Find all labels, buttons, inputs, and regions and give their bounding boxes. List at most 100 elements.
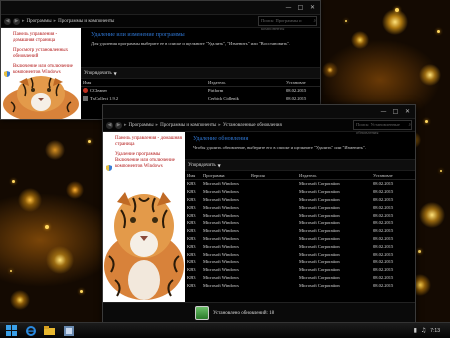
control-panel-icon[interactable]: [60, 324, 77, 337]
table-row[interactable]: KB3 Microsoft Windows Microsoft Corporatio…: [185, 250, 415, 258]
search-input[interactable]: Поиск: Установленные обновления ⌕: [353, 120, 412, 135]
table-row[interactable]: KB3 Microsoft Windows Microsoft Corporatio…: [185, 242, 415, 250]
update-date: 08.02.2015: [373, 196, 394, 202]
forward-arrow-icon[interactable]: ▶: [115, 121, 122, 129]
update-publisher: Microsoft Corporation: [299, 228, 340, 234]
status-bar: Установлено обновлений: 18: [103, 302, 415, 323]
program-publisher: Cerbick Cidlenik: [208, 96, 239, 102]
update-publisher: Microsoft Corporation: [299, 259, 340, 265]
table-header: Имя Программа Версия Издатель Установле: [185, 171, 415, 180]
programs-window[interactable]: — □ ✕ ◀ ▶ ▸ Программы ▸ Программы и комп…: [0, 0, 321, 120]
breadcrumb-programs[interactable]: Программы: [27, 19, 52, 24]
chevron-right-icon: ▸: [22, 18, 25, 24]
close-button[interactable]: ✕: [403, 108, 412, 116]
table-row[interactable]: KB3 Microsoft Windows Microsoft Corporatio…: [185, 266, 415, 274]
maximize-button[interactable]: □: [296, 4, 305, 12]
update-program: Microsoft Windows: [203, 243, 239, 249]
update-date: 08.02.2015: [373, 274, 394, 280]
page-description: Чтобы удалить обновление, выберите его в…: [193, 145, 366, 150]
program-name: TxCollect 1.9.2: [90, 96, 119, 102]
clock[interactable]: 7:13: [430, 328, 440, 334]
table-row[interactable]: KB3 Microsoft Windows Microsoft Corporatio…: [185, 219, 415, 227]
back-arrow-icon[interactable]: ◀: [4, 17, 11, 25]
sidebar: Панель управления - домашняя страница Пр…: [1, 28, 81, 119]
table-row[interactable]: KB3 Microsoft Windows Microsoft Corporatio…: [185, 227, 415, 235]
column-header-publisher[interactable]: Издатель: [299, 173, 373, 178]
network-icon[interactable]: ▮: [414, 327, 417, 334]
organize-button[interactable]: Упорядочить: [84, 71, 112, 76]
table-row[interactable]: KB3 Microsoft Windows Microsoft Corporatio…: [185, 274, 415, 282]
update-publisher: Microsoft Corporation: [299, 274, 340, 280]
volume-icon[interactable]: ♫: [421, 327, 426, 334]
update-id: KB3: [187, 235, 196, 241]
address-bar[interactable]: ◀ ▶ ▸ Программы ▸ Программы и компоненты…: [1, 15, 320, 31]
main-content: Удаление обновления Чтобы удалить обновл…: [193, 136, 411, 150]
column-header-publisher[interactable]: Издатель: [208, 80, 286, 85]
sidebar-link-installed-updates[interactable]: Просмотр установленных обновлений: [13, 48, 78, 60]
search-placeholder: Поиск: Программы и компоненты: [261, 18, 302, 31]
search-input[interactable]: Поиск: Программы и компоненты ⌕: [258, 16, 317, 31]
search-icon: ⌕: [313, 18, 316, 23]
table-row[interactable]: KB3 Microsoft Windows Microsoft Corporatio…: [185, 258, 415, 266]
toolbar: Упорядочить ▼: [185, 159, 415, 171]
file-explorer-icon[interactable]: [41, 324, 58, 337]
program-date: 08.02.2015: [286, 96, 307, 102]
table-row[interactable]: KB3 Microsoft Windows Microsoft Corporatio…: [185, 281, 415, 289]
table-row[interactable]: KB3 Microsoft Windows Microsoft Corporatio…: [185, 196, 415, 204]
update-id: KB3: [187, 189, 196, 195]
sidebar-link-control-panel-home[interactable]: Панель управления - домашняя страница: [13, 32, 78, 44]
update-program: Microsoft Windows: [203, 212, 239, 218]
column-header-name[interactable]: Имя: [81, 80, 208, 85]
sidebar-link-windows-features[interactable]: Включение или отключение компонентов Win…: [115, 158, 181, 170]
update-date: 08.02.2015: [373, 282, 394, 288]
update-program: Microsoft Windows: [203, 235, 239, 241]
column-header-name[interactable]: Имя: [185, 173, 203, 178]
update-publisher: Microsoft Corporation: [299, 282, 340, 288]
wallpaper-sparkle: [80, 290, 83, 293]
title-bar[interactable]: — □ ✕: [103, 105, 415, 119]
page-description: Для удаления программы выберите ее в спи…: [91, 41, 291, 46]
sidebar: Панель управления - домашняя страница Уд…: [103, 132, 185, 303]
table-row[interactable]: KB3 Microsoft Windows Microsoft Corporatio…: [185, 188, 415, 196]
table-row[interactable]: CCleaner Piriform 08.02.2015: [81, 87, 320, 95]
wallpaper-sparkle: [425, 120, 428, 123]
organize-button[interactable]: Упорядочить: [188, 163, 216, 168]
search-placeholder: Поиск: Установленные обновления: [356, 122, 400, 135]
minimize-button[interactable]: —: [379, 108, 388, 116]
update-date: 08.02.2015: [373, 267, 394, 273]
column-header-program[interactable]: Программа: [203, 173, 251, 178]
breadcrumb-programs-components[interactable]: Программы и компоненты: [160, 123, 216, 128]
installed-updates-window[interactable]: — □ ✕ ◀ ▶ ▸ Программы ▸ Программы и комп…: [102, 104, 416, 324]
update-program: Microsoft Windows: [203, 196, 239, 202]
forward-arrow-icon[interactable]: ▶: [13, 17, 20, 25]
chevron-right-icon: ▸: [155, 122, 159, 128]
minimize-button[interactable]: —: [284, 4, 293, 12]
update-publisher: Microsoft Corporation: [299, 220, 340, 226]
address-bar[interactable]: ◀ ▶ ▸ Программы ▸ Программы и компоненты…: [103, 119, 415, 135]
column-header-version[interactable]: Версия: [251, 173, 299, 178]
breadcrumb-programs-components[interactable]: Программы и компоненты: [58, 19, 114, 24]
table-row[interactable]: KB3 Microsoft Windows Microsoft Corporatio…: [185, 180, 415, 188]
back-arrow-icon[interactable]: ◀: [106, 121, 113, 129]
column-header-installed[interactable]: Установле: [286, 80, 320, 85]
update-publisher: Microsoft Corporation: [299, 196, 340, 202]
update-program: Microsoft Windows: [203, 204, 239, 210]
start-button[interactable]: [3, 324, 20, 337]
update-id: KB3: [187, 204, 196, 210]
table-row[interactable]: KB3 Microsoft Windows Microsoft Corporatio…: [185, 211, 415, 219]
table-row[interactable]: TxCollect 1.9.2 Cerbick Cidlenik 08.02.2…: [81, 95, 320, 103]
table-row[interactable]: KB3 Microsoft Windows Microsoft Corporatio…: [185, 203, 415, 211]
maximize-button[interactable]: □: [391, 108, 400, 116]
table-row[interactable]: KB3 Microsoft Windows Microsoft Corporatio…: [185, 235, 415, 243]
update-program: Microsoft Windows: [203, 228, 239, 234]
internet-explorer-icon[interactable]: [22, 324, 39, 337]
close-button[interactable]: ✕: [308, 4, 317, 12]
title-bar[interactable]: — □ ✕: [1, 1, 320, 15]
update-publisher: Microsoft Corporation: [299, 235, 340, 241]
program-icon: [83, 96, 88, 102]
breadcrumb-installed-updates[interactable]: Установленные обновления: [223, 123, 282, 128]
breadcrumb-programs[interactable]: Программы: [129, 123, 154, 128]
sidebar-link-control-panel-home[interactable]: Панель управления - домашняя страница: [115, 136, 182, 148]
wallpaper-sparkle: [10, 270, 12, 272]
column-header-installed[interactable]: Установле: [373, 173, 405, 178]
